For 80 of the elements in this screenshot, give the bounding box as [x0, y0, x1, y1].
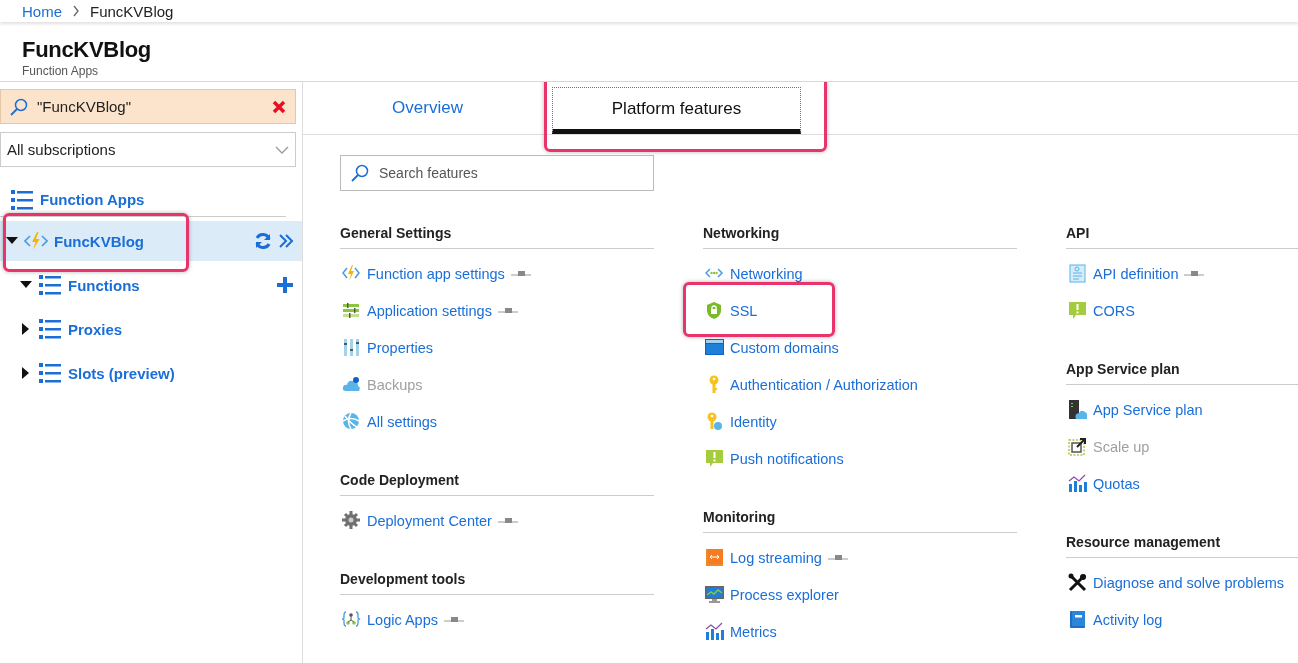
www-window-icon [705, 338, 724, 357]
feature-link[interactable]: Custom domains [730, 339, 839, 356]
page-title: FuncKVBlog [22, 37, 152, 63]
tree-item[interactable]: Functions [0, 265, 302, 305]
feature-link[interactable]: All settings [367, 413, 438, 430]
list-icon [38, 274, 62, 296]
list-icon [10, 188, 34, 211]
feature-link[interactable]: Metrics [730, 623, 777, 640]
chart-icon [1068, 474, 1087, 493]
search-icon [351, 164, 369, 182]
bolt-icon [342, 264, 361, 283]
section-heading: Code Deployment [340, 472, 654, 496]
feature-link[interactable]: CORS [1093, 302, 1135, 319]
refresh-icon[interactable] [254, 232, 272, 250]
monitor-icon [705, 585, 724, 604]
tab[interactable]: Platform features [552, 87, 801, 134]
feature-link[interactable]: Authentication / Authorization [730, 376, 918, 393]
feature-link[interactable]: Networking [730, 265, 803, 282]
section-heading: General Settings [340, 225, 654, 249]
section-heading: Networking [703, 225, 1017, 249]
feature-link[interactable]: App Service plan [1093, 401, 1203, 418]
list-icon [38, 362, 62, 384]
tab[interactable]: Overview [303, 82, 552, 134]
breadcrumb-link[interactable]: Home [22, 2, 62, 20]
add-icon[interactable] [276, 276, 294, 294]
log-stream-icon [705, 548, 724, 567]
feature-link[interactable]: SSL [730, 302, 758, 319]
tools-icon [1068, 573, 1087, 592]
page-subtitle: Function Apps [22, 64, 100, 78]
cloud-icon [342, 375, 361, 394]
feature-link[interactable]: Log streaming [730, 549, 822, 566]
key-badge-icon [705, 412, 724, 431]
gear-icon [342, 511, 361, 530]
chevron-right-icon [72, 5, 80, 17]
feature-link[interactable]: Properties [367, 339, 434, 356]
subscription-dropdown[interactable]: All subscriptions [0, 132, 296, 167]
caret-right-icon[interactable] [22, 323, 30, 335]
exclamation-bubble-icon [1068, 301, 1087, 320]
exclamation-bubble-icon [705, 449, 724, 468]
feature-link[interactable]: Quotas [1093, 475, 1140, 492]
function-app-icon [24, 231, 48, 251]
tree-item[interactable]: Function Apps [0, 183, 286, 217]
feature-link[interactable]: Process explorer [730, 586, 839, 603]
breadcrumb-current: FuncKVBlog [90, 2, 174, 20]
caret-down-icon[interactable] [6, 237, 18, 245]
server-icon [1068, 400, 1087, 419]
chart-icon [705, 622, 724, 641]
feature-link[interactable]: Logic Apps [367, 611, 438, 628]
feature-link[interactable]: Identity [730, 413, 777, 430]
section-heading: API [1066, 225, 1298, 249]
caret-right-icon[interactable] [22, 367, 30, 379]
feature-link[interactable]: Push notifications [730, 450, 844, 467]
globe-icon [342, 412, 361, 431]
braces-icon [342, 610, 361, 629]
feature-link[interactable]: API definition [1093, 265, 1179, 282]
feature-link[interactable]: Deployment Center [367, 512, 492, 529]
chevron-down-icon [275, 145, 289, 154]
search-icon [10, 97, 28, 116]
tuning-bars-icon [342, 338, 361, 357]
tree-item[interactable]: Proxies [0, 309, 302, 349]
tree-item[interactable]: FuncKVBlog [0, 221, 302, 261]
section-heading: Development tools [340, 571, 654, 595]
list-icon [38, 318, 62, 340]
sliders-icon [342, 301, 361, 320]
shield-lock-icon [705, 301, 724, 320]
feature-link[interactable]: Diagnose and solve problems [1093, 574, 1285, 591]
section-heading: Monitoring [703, 509, 1017, 533]
tree-item[interactable]: Slots (preview) [0, 353, 302, 393]
double-chevron-icon[interactable] [278, 233, 294, 249]
search-field[interactable]: "FuncKVBlog" [0, 89, 296, 124]
document-icon [1068, 264, 1087, 283]
section-heading: Resource management [1066, 534, 1298, 558]
feature-link[interactable]: Application settings [367, 302, 492, 319]
caret-down-icon[interactable] [20, 281, 32, 289]
close-icon[interactable] [272, 99, 286, 114]
search-field[interactable]: Search features [340, 155, 654, 191]
book-icon [1068, 610, 1087, 629]
feature-link[interactable]: Function app settings [367, 265, 505, 282]
feature-link[interactable]: Activity log [1093, 611, 1163, 628]
section-heading: App Service plan [1066, 361, 1298, 385]
